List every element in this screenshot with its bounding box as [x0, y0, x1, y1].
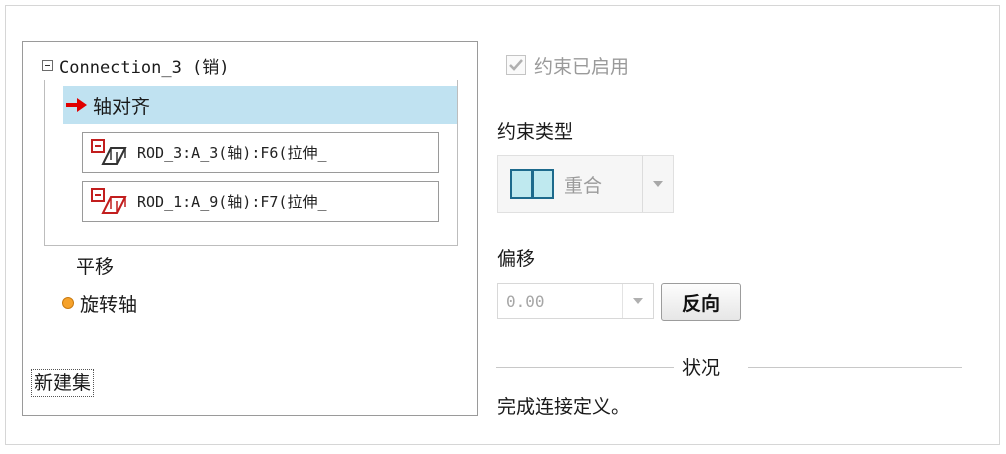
axis-reference-icon [91, 187, 127, 214]
offset-label: 偏移 [497, 248, 536, 270]
status-message: 完成连接定义。 [497, 396, 631, 418]
coincident-icon [510, 169, 554, 199]
reference-row-2[interactable]: ROD_1:A_9(轴):F7(拉伸_ [82, 181, 439, 222]
orange-dot-icon [62, 297, 74, 309]
reference-text-2: ROD_1:A_9(轴):F7(拉伸_ [137, 193, 327, 211]
chevron-down-icon[interactable] [622, 284, 653, 318]
tree-node-connection[interactable]: Connection_3 (销) [42, 51, 230, 79]
status-divider-right [748, 367, 962, 368]
constraint-type-value: 重合 [564, 174, 603, 197]
constraint-type-label: 约束类型 [497, 121, 574, 143]
offset-value: 0.00 [506, 291, 545, 311]
status-group: 状况 [496, 352, 962, 382]
status-title: 状况 [682, 357, 721, 379]
flip-button[interactable]: 反向 [661, 283, 741, 321]
reference-text-1: ROD_3:A_3(轴):F6(拉伸_ [137, 144, 327, 162]
offset-input[interactable]: 0.00 [497, 283, 654, 319]
tree-node-axis-align[interactable]: 轴对齐 [63, 86, 457, 124]
constraint-enabled-checkbox[interactable] [506, 55, 526, 75]
red-arrow-icon [66, 98, 87, 112]
connection-label: Connection_3 (销) [59, 57, 230, 78]
constraint-type-dropdown[interactable]: 重合 [497, 155, 674, 213]
chevron-down-icon[interactable] [642, 156, 673, 212]
tree-node-translate[interactable]: 平移 [76, 252, 114, 279]
collapse-icon[interactable] [42, 59, 53, 71]
constraint-enabled-label: 约束已启用 [534, 55, 630, 78]
reference-row-1[interactable]: ROD_3:A_3(轴):F6(拉伸_ [82, 132, 439, 173]
checkmark-icon [509, 59, 523, 71]
constraint-enabled-row[interactable]: 约束已启用 [506, 50, 629, 80]
axis-reference-icon [91, 138, 127, 165]
new-set-link[interactable]: 新建集 [30, 369, 95, 397]
status-divider-left [496, 367, 674, 368]
rotation-axis-label: 旋转轴 [80, 293, 138, 316]
tree-node-rotation-axis[interactable]: 旋转轴 [62, 289, 137, 317]
axis-align-label: 轴对齐 [93, 95, 151, 118]
